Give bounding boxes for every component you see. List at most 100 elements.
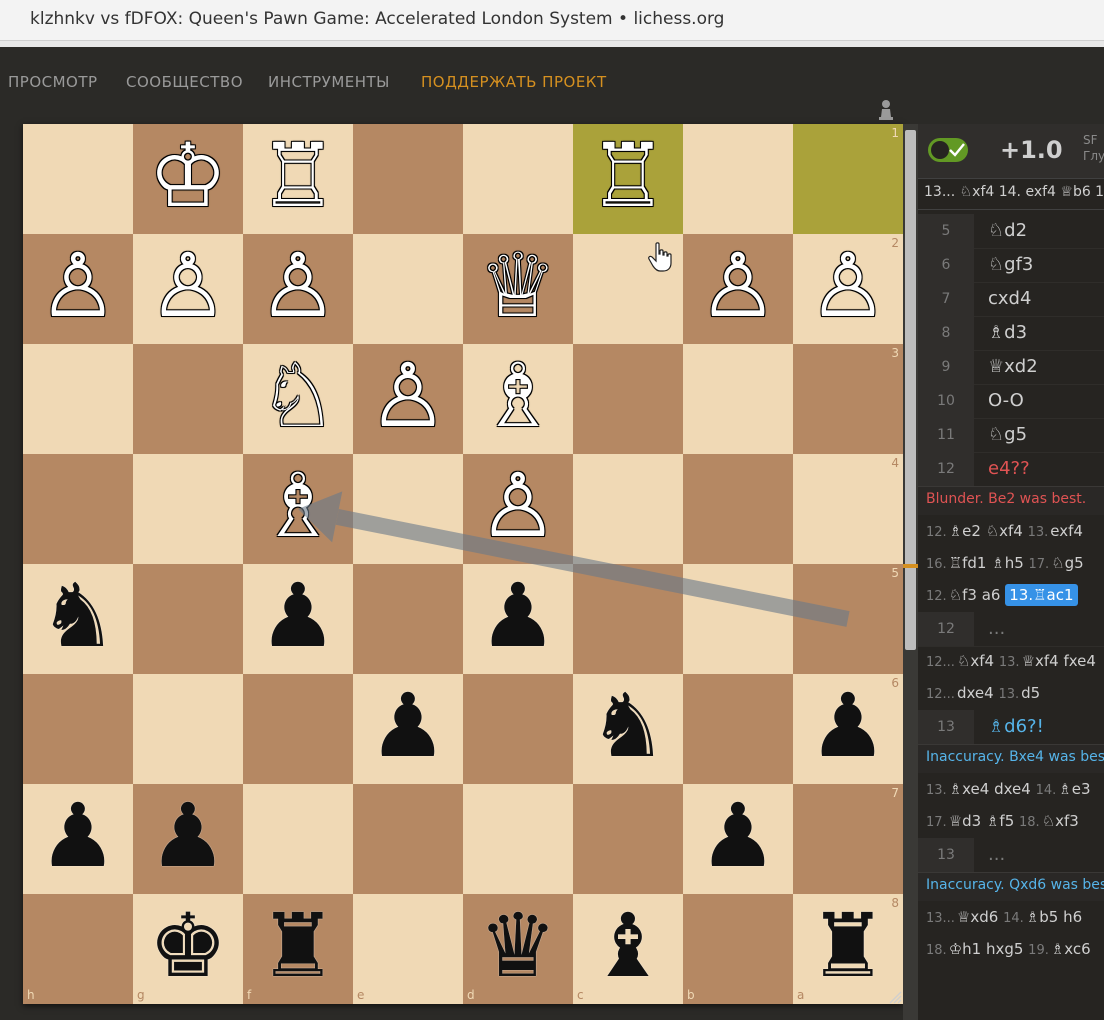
square-d3[interactable]: ♗ — [463, 344, 573, 454]
chess-piece-f2[interactable]: ♙ — [259, 242, 338, 330]
square-e8[interactable]: e — [353, 894, 463, 1004]
chess-piece-d8[interactable]: ♛ — [479, 902, 558, 990]
chess-piece-b2[interactable]: ♙ — [699, 242, 778, 330]
chess-piece-c6[interactable]: ♞ — [589, 682, 668, 770]
square-f4[interactable]: ♗ — [243, 454, 353, 564]
variation-move[interactable]: ♘xf4 — [957, 652, 999, 670]
variation-move[interactable]: ♗f5 — [986, 812, 1019, 830]
chess-piece-f1[interactable]: ♖ — [259, 132, 338, 220]
variation-move[interactable]: d5 — [1021, 684, 1040, 702]
square-h6[interactable] — [23, 674, 133, 784]
square-h8[interactable]: h — [23, 894, 133, 1004]
square-h2[interactable]: ♙ — [23, 234, 133, 344]
move-san[interactable]: ♘gf3 — [988, 248, 1033, 282]
variation-line[interactable]: 17. ♕d3 ♗f5 18. ♘xf3 — [926, 806, 1079, 836]
square-e6[interactable]: ♟ — [353, 674, 463, 784]
square-d4[interactable]: ♙ — [463, 454, 573, 564]
move-san[interactable]: ♕xd2 — [988, 350, 1038, 384]
chess-piece-g7[interactable]: ♟ — [149, 792, 228, 880]
variation-line[interactable]: 12. ♘f3 a6 13.♖ac1 — [926, 580, 1078, 610]
square-c5[interactable] — [573, 564, 683, 674]
square-a6[interactable]: ♟ 6 — [793, 674, 903, 784]
nav-item-community[interactable]: СООБЩЕСТВО — [126, 73, 243, 91]
chess-piece-a6[interactable]: ♟ — [809, 682, 888, 770]
nav-item-donate[interactable]: ПОДДЕРЖАТЬ ПРОЕКТ — [421, 73, 607, 91]
move-row[interactable]: 10 O-O — [918, 384, 1104, 419]
square-d2[interactable]: ♕ — [463, 234, 573, 344]
chess-piece-a8[interactable]: ♜ — [809, 902, 888, 990]
chess-piece-h7[interactable]: ♟ — [39, 792, 118, 880]
square-g6[interactable] — [133, 674, 243, 784]
square-e3[interactable]: ♙ — [353, 344, 463, 454]
nav-item-watch[interactable]: ПРОСМОТР — [8, 73, 98, 91]
chess-piece-e6[interactable]: ♟ — [369, 682, 448, 770]
variation-move[interactable]: ♖fd1 — [949, 554, 992, 572]
move-row[interactable]: 5 ♘d2 — [918, 214, 1104, 249]
square-e2[interactable] — [353, 234, 463, 344]
square-g3[interactable] — [133, 344, 243, 454]
principal-variation[interactable]: 13... ♘xf4 14. exf4 ♕b6 15. — [924, 184, 1104, 200]
chess-piece-f8[interactable]: ♜ — [259, 902, 338, 990]
variation-line[interactable]: 16. ♖fd1 ♗h5 17. ♘g5 — [926, 548, 1084, 578]
variation-move[interactable]: dxe4 — [957, 684, 998, 702]
move-san[interactable]: e4?? — [988, 452, 1030, 486]
chess-piece-f3[interactable]: ♘ — [259, 352, 338, 440]
square-b8[interactable]: b — [683, 894, 793, 1004]
variation-move[interactable]: ♗xe4 — [949, 780, 994, 798]
square-d1[interactable] — [463, 124, 573, 234]
square-b1[interactable] — [683, 124, 793, 234]
variation-move[interactable]: ♗e2 — [949, 522, 986, 540]
square-e7[interactable] — [353, 784, 463, 894]
board-scrollbar[interactable] — [903, 124, 918, 1020]
move-row[interactable]: 6 ♘gf3 — [918, 248, 1104, 283]
move-row[interactable]: 12 e4?? — [918, 452, 1104, 487]
nav-item-tools[interactable]: ИНСТРУМЕНТЫ — [268, 73, 390, 91]
move-san[interactable]: ♗d3 — [988, 316, 1027, 350]
square-e1[interactable] — [353, 124, 463, 234]
square-f5[interactable]: ♟ — [243, 564, 353, 674]
square-d7[interactable] — [463, 784, 573, 894]
square-b6[interactable] — [683, 674, 793, 784]
move-row[interactable]: 7 cxd4 — [918, 282, 1104, 317]
move-san[interactable]: cxd4 — [988, 282, 1031, 316]
square-h4[interactable] — [23, 454, 133, 564]
square-a3[interactable]: 3 — [793, 344, 903, 454]
square-f1[interactable]: ♖ — [243, 124, 353, 234]
square-g8[interactable]: ♚ g — [133, 894, 243, 1004]
square-b4[interactable] — [683, 454, 793, 564]
square-h1[interactable] — [23, 124, 133, 234]
square-b2[interactable]: ♙ — [683, 234, 793, 344]
move-row[interactable]: 11 ♘g5 — [918, 418, 1104, 453]
variation-move[interactable]: hxg5 — [986, 940, 1028, 958]
square-h7[interactable]: ♟ — [23, 784, 133, 894]
square-b3[interactable] — [683, 344, 793, 454]
variation-move[interactable]: ♔h1 — [949, 940, 986, 958]
variation-move[interactable]: h6 — [1063, 908, 1082, 926]
variation-line[interactable]: 12... dxe4 13. d5 — [926, 678, 1040, 708]
variation-move[interactable]: fxe4 — [1063, 652, 1095, 670]
square-f7[interactable] — [243, 784, 353, 894]
variation-move[interactable]: exf4 — [1050, 522, 1083, 540]
variation-move[interactable]: ♘g5 — [1051, 554, 1084, 572]
square-f3[interactable]: ♘ — [243, 344, 353, 454]
variation-line[interactable]: 18. ♔h1 hxg5 19. ♗xc6 — [926, 934, 1091, 964]
square-g5[interactable] — [133, 564, 243, 674]
square-a2[interactable]: ♙ 2 — [793, 234, 903, 344]
chess-piece-f5[interactable]: ♟ — [259, 572, 338, 660]
variation-line[interactable]: 12. ♗e2 ♘xf4 13. exf4 — [926, 516, 1083, 546]
square-h5[interactable]: ♞ — [23, 564, 133, 674]
scrollbar-thumb[interactable] — [905, 130, 916, 650]
chess-piece-d2[interactable]: ♕ — [479, 242, 558, 330]
move-san[interactable]: ♘d2 — [988, 214, 1027, 248]
square-f2[interactable]: ♙ — [243, 234, 353, 344]
chess-piece-c1[interactable]: ♖ — [589, 132, 668, 220]
variation-move[interactable]: ♘xf4 — [986, 522, 1028, 540]
move-san[interactable]: O-O — [988, 384, 1024, 418]
variation-move[interactable]: ♕d3 — [949, 812, 986, 830]
current-move[interactable]: 13.♖ac1 — [1005, 584, 1078, 606]
chess-piece-h5[interactable]: ♞ — [39, 572, 118, 660]
move-row[interactable]: 13... — [918, 838, 1104, 873]
variation-line[interactable]: 13... ♕xd6 14. ♗b5 h6 — [926, 902, 1082, 932]
square-a5[interactable]: 5 — [793, 564, 903, 674]
square-e5[interactable] — [353, 564, 463, 674]
